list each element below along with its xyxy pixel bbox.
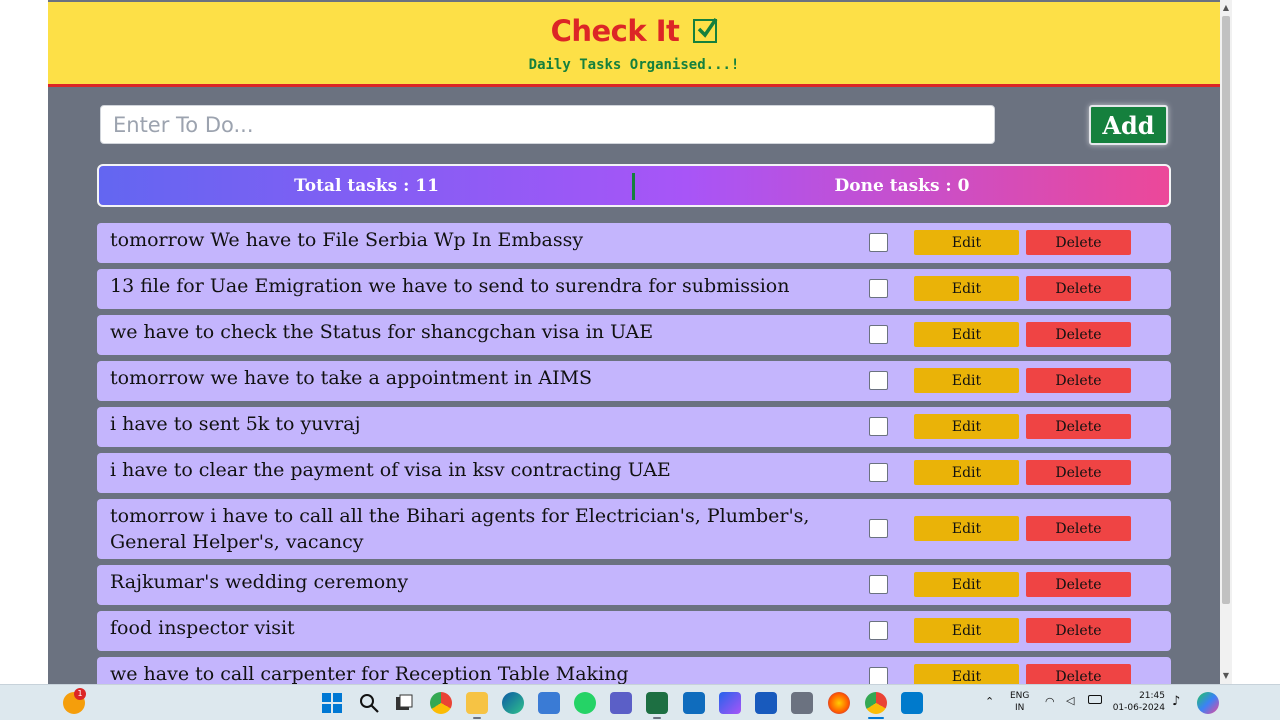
todo-input[interactable] (100, 105, 995, 144)
scroll-thumb[interactable] (1222, 16, 1230, 604)
task-done-checkbox[interactable] (869, 371, 888, 390)
volume-icon[interactable]: ◁ (1066, 694, 1074, 707)
tray-overflow-chevron-icon[interactable]: ⌃ (985, 695, 994, 708)
delete-task-button[interactable]: Delete (1026, 414, 1131, 439)
task-row: food inspector visit Edit Delete (97, 611, 1171, 651)
chrome-icon[interactable] (430, 692, 452, 714)
copilot-pre-icon[interactable] (1197, 692, 1219, 714)
app-title-text: Check It (550, 14, 680, 48)
task-done-checkbox[interactable] (869, 667, 888, 684)
wifi-icon[interactable]: ◠ (1045, 695, 1055, 708)
task-list: tomorrow We have to File Serbia Wp In Em… (97, 223, 1171, 684)
todo-app: Check It Daily Tasks Organised...! Add T… (48, 0, 1220, 684)
scroll-up-icon[interactable]: ▲ (1220, 2, 1232, 14)
notification-badge: 1 (74, 688, 86, 700)
whatsapp-icon[interactable] (574, 692, 596, 714)
firefox-icon[interactable] (828, 692, 850, 714)
windows-start-icon[interactable] (321, 692, 343, 714)
edit-task-button[interactable]: Edit (914, 516, 1019, 541)
edit-task-button[interactable]: Edit (914, 230, 1019, 255)
notifications-bell-icon[interactable]: ♪ (1172, 694, 1180, 709)
app-subtitle: Daily Tasks Organised...! (528, 57, 740, 73)
task-row: i have to clear the payment of visa in k… (97, 453, 1171, 493)
battery-icon[interactable] (1088, 695, 1102, 704)
edit-task-button[interactable]: Edit (914, 664, 1019, 684)
edit-task-button[interactable]: Edit (914, 322, 1019, 347)
task-view-icon[interactable] (393, 692, 415, 714)
clock-time: 21:45 (1139, 691, 1165, 701)
task-text: tomorrow we have to take a appointment i… (110, 367, 593, 389)
app-header: Check It Daily Tasks Organised...! (48, 2, 1220, 87)
task-row: we have to call carpenter for Reception … (97, 657, 1171, 684)
delete-task-button[interactable]: Delete (1026, 618, 1131, 643)
windows-taskbar: 1 ⌃ ENG IN ◠ ◁ 21:45 01-06-2024 ♪ (0, 684, 1280, 720)
task-done-checkbox[interactable] (869, 575, 888, 594)
add-button[interactable]: Add (1089, 105, 1168, 145)
delete-task-button[interactable]: Delete (1026, 664, 1131, 684)
done-tasks-count: Done tasks : 0 (834, 176, 970, 196)
task-text: 13 file for Uae Emigration we have to se… (110, 275, 790, 297)
task-stats-bar: Total tasks : 11 Done tasks : 0 (97, 164, 1171, 207)
task-text: we have to check the Status for shancgch… (110, 321, 654, 343)
task-row: i have to sent 5k to yuvraj Edit Delete (97, 407, 1171, 447)
edit-task-button[interactable]: Edit (914, 414, 1019, 439)
copilot-icon[interactable] (719, 692, 741, 714)
task-done-checkbox[interactable] (869, 621, 888, 640)
task-done-checkbox[interactable] (869, 519, 888, 538)
edge-icon[interactable] (502, 692, 524, 714)
delete-task-button[interactable]: Delete (1026, 230, 1131, 255)
task-done-checkbox[interactable] (869, 233, 888, 252)
teams-icon[interactable] (610, 692, 632, 714)
checkbox-check-icon (693, 18, 718, 43)
language-code: ENG (1010, 691, 1030, 701)
edit-task-button[interactable]: Edit (914, 618, 1019, 643)
task-text: tomorrow We have to File Serbia Wp In Em… (110, 229, 584, 251)
edit-task-button[interactable]: Edit (914, 572, 1019, 597)
delete-task-button[interactable]: Delete (1026, 276, 1131, 301)
delete-task-button[interactable]: Delete (1026, 368, 1131, 393)
task-text: food inspector visit (110, 617, 295, 639)
chrome-profile-icon[interactable] (865, 692, 887, 714)
edit-task-button[interactable]: Edit (914, 460, 1019, 485)
search-icon[interactable] (358, 692, 380, 714)
app-title: Check It (48, 14, 1220, 48)
word-icon[interactable] (755, 692, 777, 714)
task-text: we have to call carpenter for Reception … (110, 663, 629, 684)
input-language[interactable]: ENG IN (1010, 690, 1029, 714)
task-text: tomorrow i have to call all the Bihari a… (110, 505, 810, 553)
task-row: we have to check the Status for shancgch… (97, 315, 1171, 355)
task-row: 13 file for Uae Emigration we have to se… (97, 269, 1171, 309)
task-done-checkbox[interactable] (869, 417, 888, 436)
delete-task-button[interactable]: Delete (1026, 572, 1131, 597)
delete-task-button[interactable]: Delete (1026, 460, 1131, 485)
task-done-checkbox[interactable] (869, 463, 888, 482)
page-scrollbar[interactable]: ▲ ▼ (1220, 0, 1232, 684)
task-done-checkbox[interactable] (869, 279, 888, 298)
delete-task-button[interactable]: Delete (1026, 322, 1131, 347)
task-text: Rajkumar's wedding ceremony (110, 571, 409, 593)
delete-task-button[interactable]: Delete (1026, 516, 1131, 541)
store-icon[interactable] (538, 692, 560, 714)
edit-task-button[interactable]: Edit (914, 368, 1019, 393)
task-text: i have to sent 5k to yuvraj (110, 413, 361, 435)
excel-icon[interactable] (646, 692, 668, 714)
scroll-down-icon[interactable]: ▼ (1220, 670, 1232, 682)
edit-task-button[interactable]: Edit (914, 276, 1019, 301)
vscode-icon[interactable] (901, 692, 923, 714)
task-row: tomorrow we have to take a appointment i… (97, 361, 1171, 401)
clock-date: 01-06-2024 (1112, 703, 1165, 713)
task-row: tomorrow We have to File Serbia Wp In Em… (97, 223, 1171, 263)
task-text: i have to clear the payment of visa in k… (110, 459, 671, 481)
clock[interactable]: 21:45 01-06-2024 (1113, 690, 1165, 714)
total-tasks-count: Total tasks : 11 (294, 176, 439, 196)
region-code: IN (1015, 703, 1025, 713)
mail-icon[interactable] (683, 692, 705, 714)
task-row: tomorrow i have to call all the Bihari a… (97, 499, 1171, 559)
calculator-icon[interactable] (791, 692, 813, 714)
file-explorer-icon[interactable] (466, 692, 488, 714)
task-done-checkbox[interactable] (869, 325, 888, 344)
task-row: Rajkumar's wedding ceremony Edit Delete (97, 565, 1171, 605)
